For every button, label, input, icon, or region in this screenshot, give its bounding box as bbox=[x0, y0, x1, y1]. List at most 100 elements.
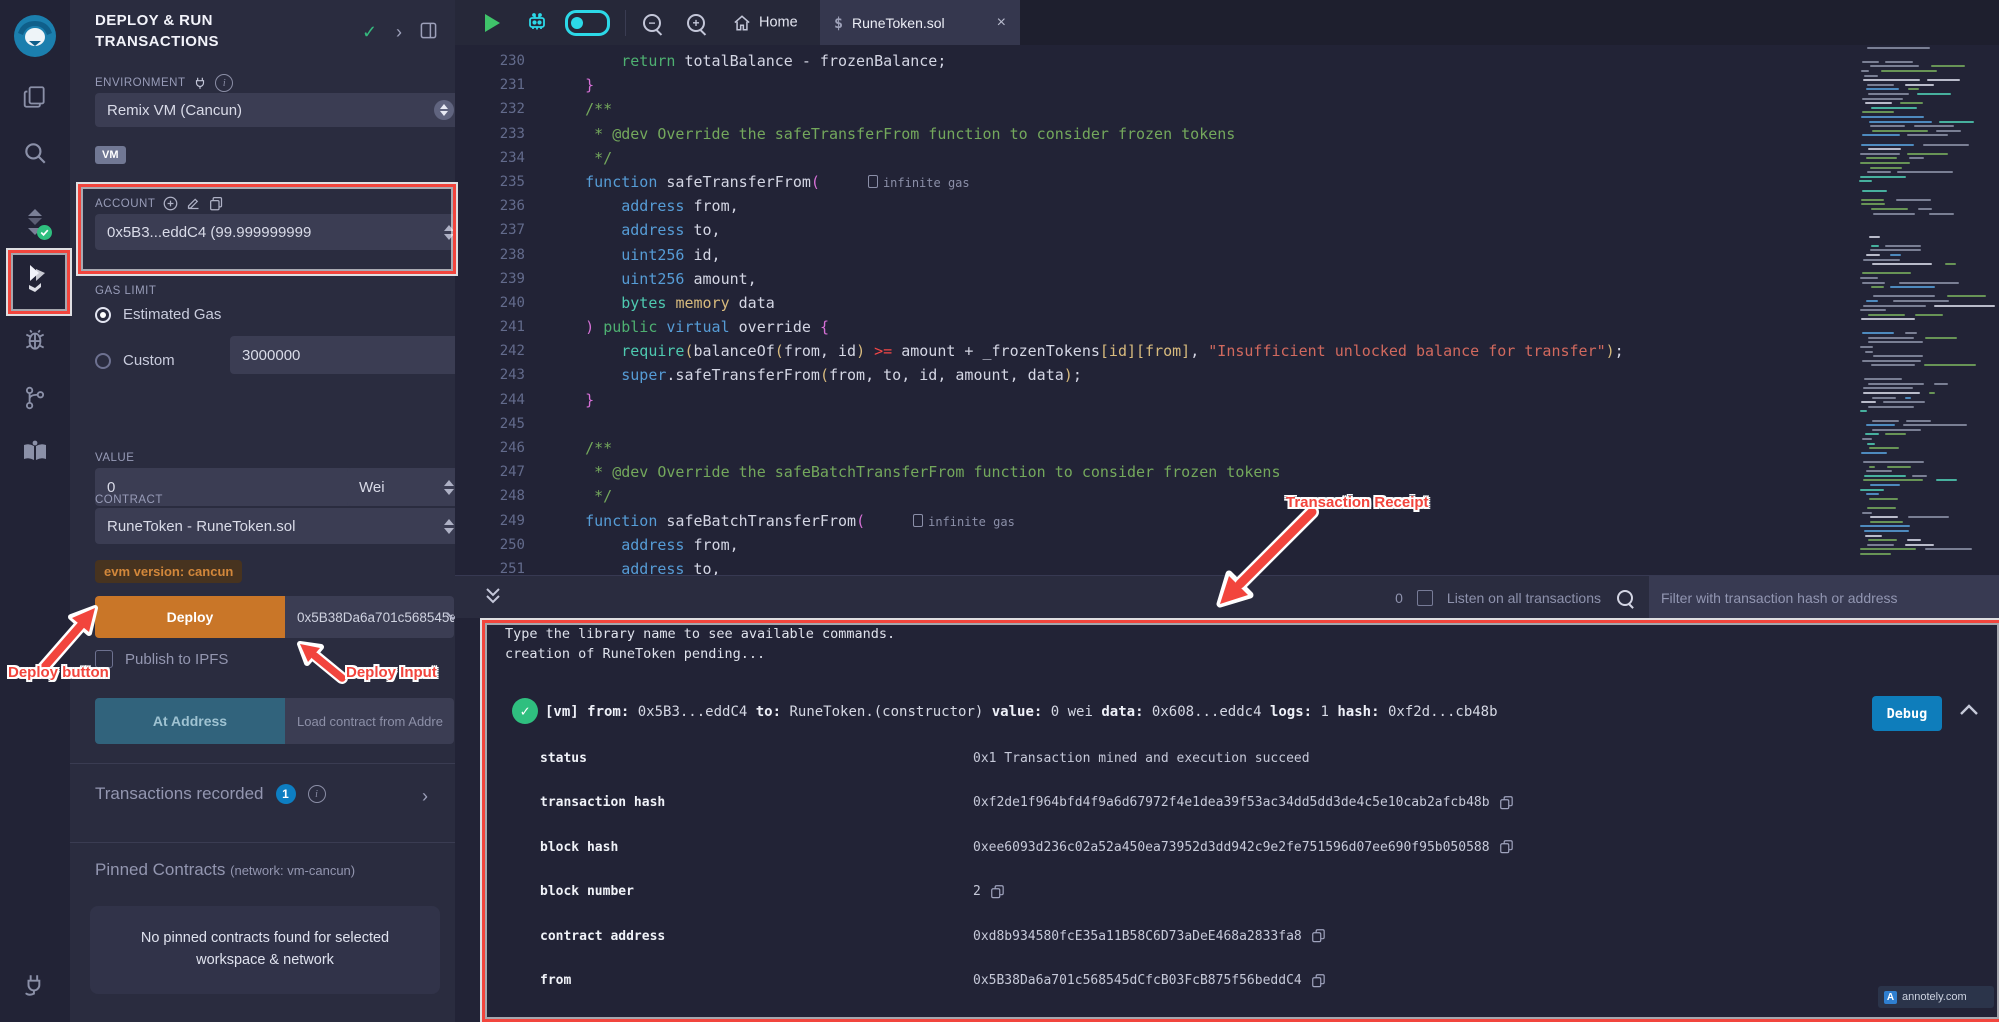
receipt-row: block number2 bbox=[455, 870, 1999, 915]
search-icon[interactable] bbox=[22, 140, 48, 166]
code-line: 245 bbox=[455, 412, 1855, 436]
add-account-icon[interactable] bbox=[163, 196, 178, 211]
code-line: 242 require(balanceOf(from, id) >= amoun… bbox=[455, 339, 1855, 363]
receipt-row: transaction hash0xf2de1f964bfd4f9a6d6797… bbox=[455, 781, 1999, 826]
code-line: 238 uint256 id, bbox=[455, 243, 1855, 267]
code-line: 230 return totalBalance - frozenBalance; bbox=[455, 49, 1855, 73]
infinite-gas-decorator: infinite gas bbox=[868, 176, 970, 190]
code-line: 246 /** bbox=[455, 436, 1855, 460]
gas-pump-icon bbox=[913, 514, 923, 527]
copy-icon[interactable] bbox=[1312, 929, 1325, 943]
tab-runetoken-sol[interactable]: $ RuneToken.sol × bbox=[820, 0, 1020, 45]
pinned-contracts-header: Pinned Contracts (network: vm-cancun) bbox=[95, 860, 355, 880]
deploy-constructor-input[interactable]: 0x5B38Da6a701c568545d bbox=[285, 596, 454, 638]
edit-account-icon[interactable] bbox=[186, 196, 201, 211]
tx-count-badge: 1 bbox=[276, 784, 296, 804]
contract-select[interactable]: RuneToken - RuneToken.sol bbox=[95, 508, 466, 544]
listen-all-checkbox[interactable] bbox=[1417, 590, 1433, 606]
code-line: 241 ) public virtual override { bbox=[455, 315, 1855, 339]
code-line: 239 uint256 amount, bbox=[455, 267, 1855, 291]
zoom-in-icon[interactable]: + bbox=[687, 14, 705, 32]
at-address-button[interactable]: At Address bbox=[95, 698, 285, 744]
code-line: 236 address from, bbox=[455, 194, 1855, 218]
code-line: 250 address from, bbox=[455, 533, 1855, 557]
environment-select[interactable]: Remix VM (Cancun) bbox=[95, 93, 466, 127]
remix-logo[interactable] bbox=[12, 13, 58, 59]
plugin-manager-icon[interactable] bbox=[22, 972, 48, 998]
contract-label: CONTRACT bbox=[95, 494, 163, 506]
git-branch-icon[interactable] bbox=[22, 385, 48, 411]
chevron-updown-icon bbox=[444, 480, 454, 495]
remix-ide-window: DEPLOY & RUN TRANSACTIONS ✓ › ENVIRONMEN… bbox=[0, 0, 1999, 1022]
infinite-gas-decorator: infinite gas bbox=[913, 515, 1015, 529]
toolbar-divider bbox=[625, 10, 626, 36]
tx-success-check-icon: ✓ bbox=[512, 698, 538, 724]
evm-version-badge: evm version: cancun bbox=[95, 560, 242, 583]
expand-terminal-icon[interactable] bbox=[485, 586, 501, 606]
panel-title: DEPLOY & RUN TRANSACTIONS bbox=[95, 10, 335, 52]
terminal-line: Type the library name to see available c… bbox=[505, 626, 895, 642]
remix-ai-robot-icon[interactable] bbox=[525, 11, 549, 35]
environment-info-icon[interactable]: i bbox=[215, 74, 233, 92]
transactions-recorded-header[interactable]: Transactions recorded 1 i bbox=[95, 784, 326, 804]
copy-icon[interactable] bbox=[1312, 974, 1325, 988]
code-editor[interactable]: 230 return totalBalance - frozenBalance;… bbox=[455, 45, 1999, 575]
at-address-input[interactable]: Load contract from Addre bbox=[285, 698, 454, 744]
home-tab[interactable]: Home bbox=[733, 14, 798, 31]
publish-ipfs-checkbox[interactable]: Publish to IPFS bbox=[95, 650, 228, 668]
panel-pin-icon[interactable] bbox=[420, 22, 437, 39]
receipt-table: status0x1 Transaction mined and executio… bbox=[455, 736, 1999, 1022]
account-select[interactable]: 0x5B3...eddC4 (99.999999999 bbox=[95, 214, 466, 250]
estimated-gas-radio[interactable]: Estimated Gas bbox=[95, 306, 221, 323]
terminal-line: creation of RuneToken pending... bbox=[505, 646, 765, 662]
gas-pump-icon bbox=[868, 175, 878, 188]
debugger-icon[interactable] bbox=[22, 327, 48, 353]
tx-expand-chevron-icon[interactable]: › bbox=[422, 786, 428, 807]
code-line: 233 * @dev Override the safeTransferFrom… bbox=[455, 122, 1855, 146]
code-line: 247 * @dev Override the safeBatchTransfe… bbox=[455, 460, 1855, 484]
code-lines: 230 return totalBalance - frozenBalance;… bbox=[455, 49, 1855, 575]
divider bbox=[70, 842, 455, 843]
code-line: 235 function safeTransferFrom(infinite g… bbox=[455, 170, 1855, 194]
code-line: 240 bytes memory data bbox=[455, 291, 1855, 315]
environment-label: ENVIRONMENT i bbox=[95, 74, 233, 92]
panel-expand-icon[interactable]: › bbox=[396, 22, 402, 43]
copy-icon[interactable] bbox=[1500, 840, 1513, 854]
copy-account-icon[interactable] bbox=[209, 196, 224, 211]
icon-rail bbox=[0, 0, 71, 1022]
divider bbox=[70, 763, 455, 764]
editor-area: − + Home $ RuneToken.sol × 230 return to… bbox=[455, 0, 1999, 1022]
learneth-book-icon[interactable] bbox=[22, 440, 48, 464]
close-tab-icon[interactable]: × bbox=[997, 14, 1006, 32]
copy-icon[interactable] bbox=[1500, 796, 1513, 810]
annotely-watermark: A annotely.com bbox=[1878, 986, 1994, 1008]
deploy-run-panel: DEPLOY & RUN TRANSACTIONS ✓ › ENVIRONMEN… bbox=[70, 0, 455, 1022]
code-line: 251 address to, bbox=[455, 557, 1855, 575]
collapse-receipt-chevron-icon[interactable] bbox=[1959, 704, 1979, 716]
tx-info-icon[interactable]: i bbox=[308, 785, 326, 803]
terminal[interactable]: Type the library name to see available c… bbox=[455, 618, 1999, 1022]
deploy-and-run-icon[interactable] bbox=[20, 263, 50, 295]
code-line: 248 */ bbox=[455, 484, 1855, 508]
copy-icon[interactable] bbox=[991, 885, 1004, 899]
custom-gas-input[interactable]: 3000000 bbox=[230, 336, 466, 374]
custom-gas-radio[interactable]: Custom bbox=[95, 352, 175, 369]
deploy-button[interactable]: Deploy bbox=[95, 596, 285, 638]
receipt-row: contract address0xd8b934580fcE35a11B58C6… bbox=[455, 914, 1999, 959]
pending-tx-count: 0 bbox=[1395, 590, 1403, 606]
solidity-compiler-icon[interactable] bbox=[21, 207, 49, 237]
debug-button[interactable]: Debug bbox=[1872, 696, 1942, 731]
file-explorer-icon[interactable] bbox=[22, 84, 48, 110]
vm-badge: VM bbox=[95, 146, 126, 164]
tx-summary-line[interactable]: [vm] from: 0x5B3...eddC4 to: RuneToken.(… bbox=[545, 704, 1498, 720]
minimap[interactable] bbox=[1855, 45, 1977, 561]
code-line: 243 super.safeTransferFrom(from, to, id,… bbox=[455, 363, 1855, 387]
compiler-success-badge bbox=[37, 225, 52, 240]
terminal-filter-input[interactable] bbox=[1649, 576, 1999, 619]
annotation-label-deploy-input: Deploy Input bbox=[346, 664, 437, 681]
ai-copilot-toggle[interactable] bbox=[565, 10, 610, 36]
no-pinned-contracts-message: No pinned contracts found for selected w… bbox=[90, 906, 440, 994]
value-unit-select[interactable]: Wei bbox=[347, 468, 466, 506]
zoom-out-icon[interactable]: − bbox=[643, 14, 661, 32]
run-script-play-icon[interactable] bbox=[485, 14, 500, 32]
